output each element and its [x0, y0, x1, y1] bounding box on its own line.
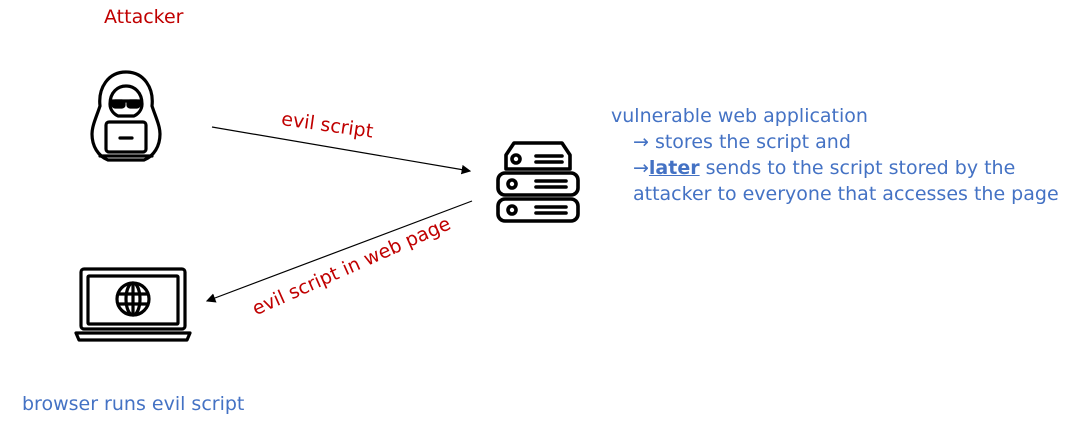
- server-title: vulnerable web application: [611, 105, 868, 127]
- server-description: vulnerable web application → stores the …: [611, 103, 1059, 207]
- arrow-prefix: →: [633, 157, 649, 179]
- later-emphasis: later: [648, 157, 700, 179]
- flow-arrows: [205, 126, 473, 303]
- server-line-stores: → stores the script and: [633, 131, 851, 153]
- server-line-sends: sends to the script stored by the: [699, 157, 1016, 179]
- server-line-later: →later sends to the script stored by the: [611, 155, 1059, 181]
- browser-label: browser runs evil script: [22, 393, 245, 415]
- server-line-everyone: attacker to everyone that accesses the p…: [633, 183, 1059, 205]
- arrow-server-to-browser: [205, 200, 473, 303]
- diagram-canvas: Attacker evil script evil script in web …: [0, 0, 1078, 423]
